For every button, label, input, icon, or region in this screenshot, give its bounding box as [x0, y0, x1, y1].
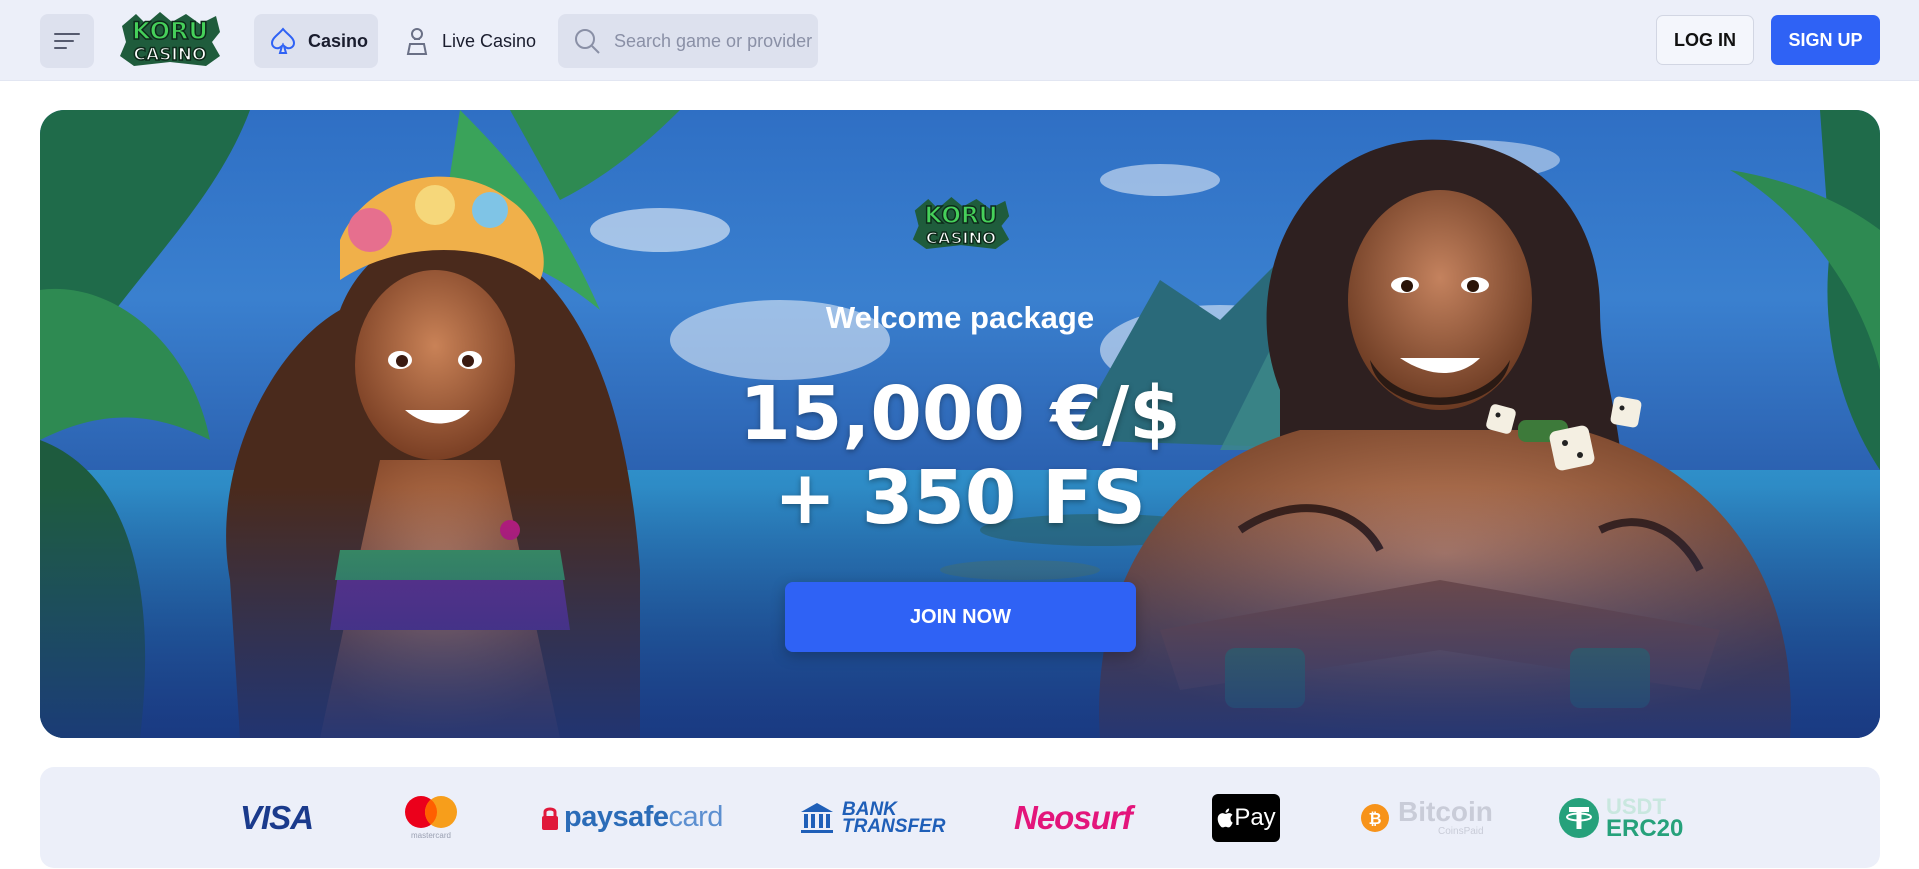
hero-logo: KORU CASINO — [909, 196, 1013, 252]
hero-promo: KORU CASINO Welcome package 15,000 €/$ +… — [40, 110, 1880, 738]
neosurf-logo: Neosurf — [1014, 798, 1133, 836]
payment-methods: VISA mastercard paysafecard BANK TRANSFE… — [40, 767, 1880, 868]
top-header: KORU CASINO Casino Live Casino LOG IN SI… — [0, 0, 1919, 81]
bitcoin-label: Bitcoin — [1398, 796, 1493, 827]
bitcoin-icon: ₿ — [1361, 803, 1389, 832]
menu-icon — [54, 33, 80, 49]
paysafecard-label-a: paysafe — [564, 801, 669, 833]
hero-banner: KORU CASINO Welcome package 15,000 €/$ +… — [40, 110, 1880, 738]
join-now-button[interactable]: JOIN NOW — [785, 582, 1136, 652]
svg-text:₿: ₿ — [1368, 809, 1381, 828]
nav-casino-label: Casino — [308, 30, 369, 51]
bonus-amount: 15,000 €/$ + 350 FS — [40, 372, 1880, 540]
koru-casino-logo[interactable]: KORU CASINO — [116, 12, 224, 68]
search-input[interactable] — [612, 29, 816, 53]
search-icon — [575, 29, 600, 54]
bonus-amount-line1: 15,000 €/$ — [739, 371, 1181, 457]
bitcoin-sublabel: CoinsPaid — [1438, 826, 1484, 837]
mastercard-icon — [405, 796, 457, 828]
bank-transfer-logo: BANK TRANSFER — [800, 767, 945, 868]
apple-pay-label: Pay — [1234, 804, 1276, 831]
dealer-icon — [406, 28, 428, 55]
svg-text:CASINO: CASINO — [926, 228, 996, 247]
usdt-erc20-logo: USDT ERC20 — [1558, 767, 1683, 868]
paysafecard-label-b: card — [668, 801, 724, 833]
mastercard-logo: mastercard — [404, 767, 458, 868]
tether-icon — [1559, 797, 1599, 838]
nav-casino[interactable]: Casino — [254, 14, 378, 68]
bank-label-line2: TRANSFER — [842, 815, 946, 837]
menu-button[interactable] — [40, 14, 94, 68]
welcome-package-title: Welcome package — [825, 300, 1095, 335]
apple-pay-logo: Pay — [1212, 794, 1280, 842]
login-button[interactable]: LOG IN — [1656, 15, 1754, 65]
visa-logo: VISA — [240, 798, 314, 836]
lock-icon — [542, 807, 558, 830]
nav-live-casino[interactable]: Live Casino — [402, 14, 542, 68]
nav-live-casino-label: Live Casino — [442, 30, 537, 51]
svg-text:CASINO: CASINO — [134, 45, 207, 65]
svg-text:KORU: KORU — [924, 203, 997, 229]
bitcoin-logo: ₿ Bitcoin CoinsPaid — [1360, 767, 1493, 868]
bonus-amount-line2: + 350 FS — [774, 455, 1146, 541]
search-box[interactable] — [558, 14, 818, 68]
mastercard-label: mastercard — [410, 831, 451, 840]
erc20-label: ERC20 — [1606, 814, 1684, 842]
bank-icon — [801, 802, 833, 833]
svg-text:KORU: KORU — [132, 17, 208, 45]
spade-icon — [270, 27, 296, 54]
paysafecard-logo: paysafecard — [542, 767, 723, 868]
apple-icon — [1218, 808, 1234, 828]
bank-label-line1: BANK — [842, 798, 897, 820]
signup-button[interactable]: SIGN UP — [1771, 15, 1880, 65]
